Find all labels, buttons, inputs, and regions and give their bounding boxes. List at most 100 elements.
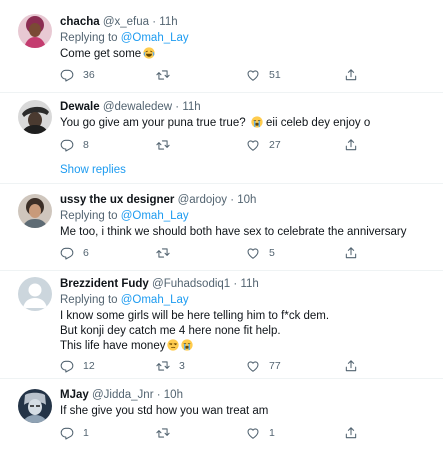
text-line: This life have money [60, 340, 166, 352]
retweet-button[interactable] [156, 67, 170, 83]
reply-button[interactable]: 8 [60, 137, 89, 153]
separator-dot: · [233, 278, 238, 290]
text-line: eii celeb dey enjoy o [266, 117, 371, 129]
unamused-emoji-icon [167, 339, 179, 351]
author-name[interactable]: chacha [60, 16, 100, 28]
tweet-item[interactable]: Dewale @dewaledew · 11h You go give am y… [0, 93, 443, 183]
like-icon [246, 68, 260, 82]
avatar[interactable] [18, 100, 52, 134]
share-button[interactable] [344, 425, 358, 441]
retweet-button[interactable] [156, 245, 170, 261]
show-replies-link[interactable]: Show replies [60, 164, 126, 176]
avatar[interactable] [18, 277, 52, 311]
like-button[interactable]: 27 [246, 137, 281, 153]
reply-count: 6 [83, 247, 89, 259]
author-handle[interactable]: @Jidda_Jnr [92, 389, 154, 401]
like-count: 1 [269, 427, 275, 439]
like-button[interactable]: 51 [246, 67, 281, 83]
reply-button[interactable]: 6 [60, 245, 89, 261]
author-name[interactable]: ussy the ux designer [60, 194, 174, 206]
mention-link[interactable]: @Omah_Lay [121, 210, 189, 222]
retweet-button[interactable]: 3 [156, 358, 185, 374]
tweet-item[interactable]: ussy the ux designer @ardojoy · 10h Repl… [0, 184, 443, 270]
timestamp[interactable]: 10h [237, 194, 256, 206]
replying-to: Replying to @Omah_Lay [60, 31, 431, 46]
like-button[interactable]: 1 [246, 425, 275, 441]
share-icon [344, 246, 358, 260]
reply-button[interactable]: 36 [60, 67, 95, 83]
text-line: Come get some [60, 48, 142, 60]
separator-dot: · [230, 194, 235, 206]
share-icon [344, 138, 358, 152]
replying-to: Replying to @Omah_Lay [60, 209, 431, 224]
like-button[interactable]: 77 [246, 358, 281, 374]
tweet-text: Come get some [60, 47, 431, 62]
author-handle[interactable]: @ardojoy [178, 194, 227, 206]
timestamp[interactable]: 11h [240, 278, 258, 290]
retweet-icon [156, 138, 170, 152]
action-bar: 8 27 [60, 137, 360, 153]
action-bar: 12 3 77 [60, 358, 360, 374]
avatar[interactable] [18, 194, 52, 228]
timestamp[interactable]: 11h [182, 101, 200, 113]
author-handle[interactable]: @Fuhadsodiq1 [152, 278, 230, 290]
timestamp[interactable]: 10h [164, 389, 183, 401]
reply-count: 12 [83, 360, 95, 372]
tweet-text: Me too, i think we should both have sex … [60, 226, 407, 238]
share-button[interactable] [344, 358, 358, 374]
author-name[interactable]: MJay [60, 389, 89, 401]
avatar[interactable] [18, 14, 52, 48]
share-button[interactable] [344, 67, 358, 83]
like-icon [246, 246, 260, 260]
reply-count: 36 [83, 69, 95, 81]
share-button[interactable] [344, 245, 358, 261]
like-button[interactable]: 5 [246, 245, 275, 261]
reply-button[interactable]: 1 [60, 425, 89, 441]
like-count: 51 [269, 69, 281, 81]
reply-count: 8 [83, 139, 89, 151]
like-icon [246, 426, 260, 440]
retweet-button[interactable] [156, 425, 170, 441]
reply-icon [60, 68, 74, 82]
separator-dot: · [175, 101, 180, 113]
author-name[interactable]: Dewale [60, 101, 100, 113]
retweet-icon [156, 68, 170, 82]
mention-link[interactable]: @Omah_Lay [121, 32, 189, 44]
tweet-text-line: I know some girls will be here telling h… [60, 310, 330, 322]
retweet-icon [156, 246, 170, 260]
loudly-crying-emoji-icon [181, 339, 193, 351]
loudly-crying-emoji-icon [251, 116, 263, 128]
tweet-text-line: This life have money [60, 339, 431, 354]
like-count: 77 [269, 360, 281, 372]
reply-icon [60, 359, 74, 373]
reply-icon [60, 246, 74, 260]
like-icon [246, 138, 260, 152]
reply-thread: chacha @x_efua · 11h Replying to @Omah_L… [0, 0, 443, 453]
tweet-item[interactable]: chacha @x_efua · 11h Replying to @Omah_L… [0, 0, 443, 93]
retweet-button[interactable] [156, 137, 170, 153]
laughing-crying-emoji-icon [143, 47, 155, 59]
like-count: 5 [269, 247, 275, 259]
share-icon [344, 359, 358, 373]
replying-to-label: Replying to [60, 210, 121, 222]
avatar[interactable] [18, 389, 52, 423]
action-bar: 36 51 [60, 67, 360, 83]
tweet-item[interactable]: MJay @Jidda_Jnr · 10h If she give you st… [0, 379, 443, 453]
replying-to: Replying to @Omah_Lay [60, 293, 431, 308]
tweet-text: You go give am your puna true true? eii … [60, 116, 431, 131]
share-button[interactable] [344, 137, 358, 153]
reply-icon [60, 138, 74, 152]
author-handle[interactable]: @dewaledew [103, 101, 172, 113]
tweet-item[interactable]: Brezzident Fudy @Fuhadsodiq1 · 11h Reply… [0, 271, 443, 378]
author-handle[interactable]: @x_efua [103, 16, 149, 28]
like-icon [246, 359, 260, 373]
action-bar: 1 1 [60, 425, 360, 441]
like-count: 27 [269, 139, 281, 151]
mention-link[interactable]: @Omah_Lay [121, 294, 189, 306]
reply-button[interactable]: 12 [60, 358, 95, 374]
retweet-icon [156, 359, 170, 373]
author-name[interactable]: Brezzident Fudy [60, 278, 149, 290]
reply-icon [60, 426, 74, 440]
tweet-text-line: But konji dey catch me 4 here none fit h… [60, 325, 281, 337]
timestamp[interactable]: 11h [159, 16, 177, 28]
